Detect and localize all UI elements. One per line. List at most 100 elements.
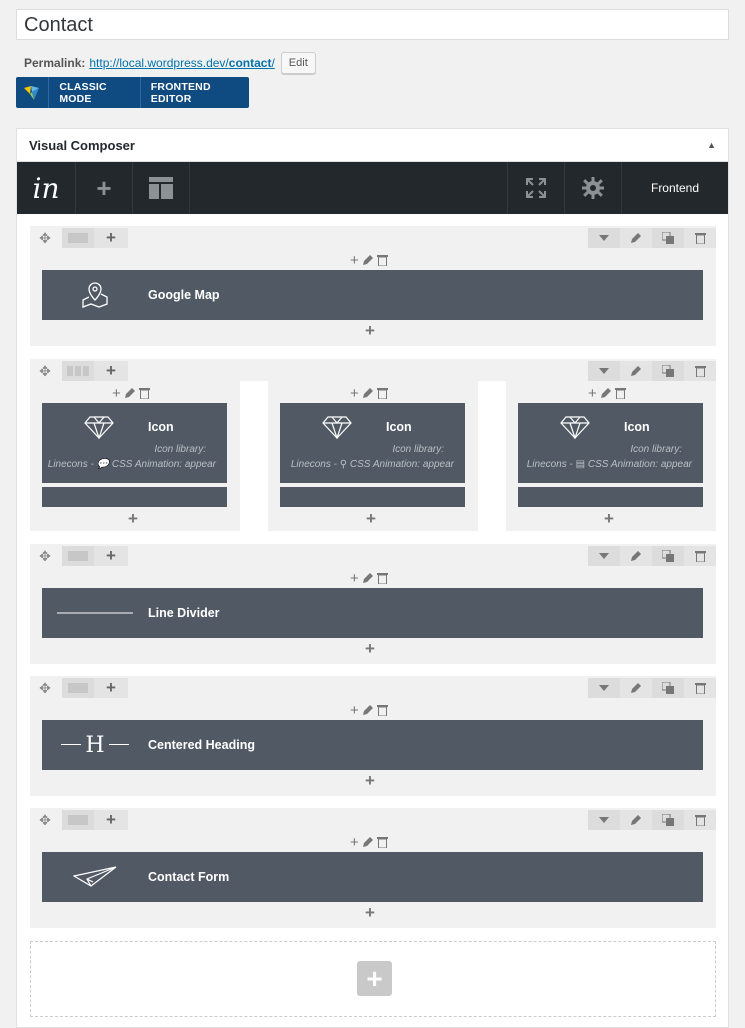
edit-row-button[interactable] bbox=[620, 678, 652, 698]
edit-row-button[interactable] bbox=[620, 810, 652, 830]
trash-icon[interactable] bbox=[376, 387, 388, 399]
move-row-icon[interactable]: ✥ bbox=[34, 810, 56, 830]
delete-row-button[interactable] bbox=[684, 361, 716, 381]
pencil-icon[interactable] bbox=[362, 572, 374, 584]
icon-element-bar[interactable] bbox=[280, 487, 465, 507]
add-row-dropzone[interactable]: + bbox=[30, 941, 716, 1017]
add-column-button[interactable]: + bbox=[94, 678, 128, 698]
centered-heading-element[interactable]: H Centered Heading bbox=[42, 720, 703, 770]
trash-icon[interactable] bbox=[138, 387, 150, 399]
add-element-icon[interactable]: + bbox=[128, 509, 138, 529]
trash-icon[interactable] bbox=[614, 387, 626, 399]
add-element-icon[interactable]: + bbox=[604, 509, 614, 529]
add-element-icon[interactable]: + bbox=[112, 385, 121, 402]
settings-button[interactable] bbox=[565, 162, 622, 214]
fullscreen-button[interactable] bbox=[508, 162, 565, 214]
icon-element[interactable]: Icon Icon library: Linecons - 💬 CSS Anim… bbox=[42, 403, 227, 483]
icon-element-bar[interactable] bbox=[518, 487, 703, 507]
clone-row-button[interactable] bbox=[652, 228, 684, 248]
permalink-bar: Permalink: http://local.wordpress.dev/co… bbox=[24, 52, 316, 74]
pencil-icon[interactable] bbox=[362, 254, 374, 266]
icon-element[interactable]: Icon Icon library: Linecons - ▤ CSS Anim… bbox=[518, 403, 703, 483]
add-element-icon[interactable]: + bbox=[365, 903, 375, 923]
add-element-icon[interactable]: + bbox=[365, 321, 375, 341]
add-element-icon[interactable]: + bbox=[350, 834, 359, 851]
pencil-icon[interactable] bbox=[124, 387, 136, 399]
add-element-icon[interactable]: + bbox=[350, 252, 359, 269]
google-map-element[interactable]: Google Map bbox=[42, 270, 703, 320]
delete-row-button[interactable] bbox=[684, 546, 716, 566]
add-column-button[interactable]: + bbox=[94, 228, 128, 248]
toggle-row-button[interactable] bbox=[588, 810, 620, 830]
delete-row-button[interactable] bbox=[684, 678, 716, 698]
add-element-icon[interactable]: + bbox=[366, 509, 376, 529]
trash-icon bbox=[694, 233, 706, 244]
trash-icon[interactable] bbox=[376, 572, 388, 584]
panel-header[interactable]: Visual Composer ▲ bbox=[17, 129, 728, 162]
line-divider-element[interactable]: Line Divider bbox=[42, 588, 703, 638]
permalink-base: http://local.wordpress.dev/ bbox=[89, 56, 229, 70]
templates-button[interactable] bbox=[133, 162, 190, 214]
add-element-button[interactable]: + bbox=[76, 162, 133, 214]
pencil-icon[interactable] bbox=[362, 387, 374, 399]
trash-icon[interactable] bbox=[376, 836, 388, 848]
classic-mode-button[interactable]: CLASSIC MODE bbox=[48, 77, 139, 108]
element-name: Contact Form bbox=[148, 870, 230, 884]
move-row-icon[interactable]: ✥ bbox=[34, 361, 56, 381]
frontend-button[interactable]: Frontend bbox=[622, 162, 728, 214]
move-row-icon[interactable]: ✥ bbox=[34, 678, 56, 698]
contact-form-element[interactable]: Contact Form bbox=[42, 852, 703, 902]
edit-row-button[interactable] bbox=[620, 228, 652, 248]
vc-column: + H Centered Heading + bbox=[30, 698, 716, 796]
add-column-button[interactable]: + bbox=[94, 361, 128, 381]
chevron-down-icon bbox=[599, 235, 609, 241]
add-element-icon[interactable]: + bbox=[350, 570, 359, 587]
clone-row-button[interactable] bbox=[652, 361, 684, 381]
trash-icon[interactable] bbox=[376, 704, 388, 716]
move-row-icon[interactable]: ✥ bbox=[34, 228, 56, 248]
row-layout-button[interactable] bbox=[62, 810, 94, 830]
edit-row-button[interactable] bbox=[620, 546, 652, 566]
pencil-icon[interactable] bbox=[600, 387, 612, 399]
delete-row-button[interactable] bbox=[684, 810, 716, 830]
pencil-icon[interactable] bbox=[362, 704, 374, 716]
add-element-icon[interactable]: + bbox=[350, 385, 359, 402]
delete-row-button[interactable] bbox=[684, 228, 716, 248]
element-name: Icon bbox=[148, 420, 174, 434]
layout-icon bbox=[67, 366, 89, 376]
pencil-icon bbox=[631, 551, 641, 561]
row-layout-button[interactable] bbox=[62, 546, 94, 566]
toggle-row-button[interactable] bbox=[588, 361, 620, 381]
toggle-row-button[interactable] bbox=[588, 546, 620, 566]
pencil-icon[interactable] bbox=[362, 836, 374, 848]
clone-row-button[interactable] bbox=[652, 810, 684, 830]
add-element-icon[interactable]: + bbox=[350, 702, 359, 719]
row-layout-button[interactable] bbox=[62, 228, 94, 248]
edit-row-button[interactable] bbox=[620, 361, 652, 381]
add-row-button[interactable]: + bbox=[357, 961, 392, 996]
post-title-input[interactable]: Contact bbox=[16, 9, 729, 40]
clone-row-button[interactable] bbox=[652, 546, 684, 566]
frontend-editor-button[interactable]: FRONTEND EDITOR bbox=[139, 77, 249, 108]
icon-element-bar[interactable] bbox=[42, 487, 227, 507]
toggle-row-button[interactable] bbox=[588, 678, 620, 698]
trash-icon[interactable] bbox=[376, 254, 388, 266]
heading-h-glyph: H bbox=[85, 732, 105, 758]
add-element-icon[interactable]: + bbox=[365, 771, 375, 791]
permalink-label: Permalink: bbox=[24, 56, 86, 70]
row-layout-button[interactable] bbox=[62, 361, 94, 381]
move-row-icon[interactable]: ✥ bbox=[34, 546, 56, 566]
icon-element[interactable]: Icon Icon library: Linecons - ⚲ CSS Anim… bbox=[280, 403, 465, 483]
vc-row: ✥ + + H Centered Heading + bbox=[30, 676, 716, 796]
clone-row-button[interactable] bbox=[652, 678, 684, 698]
chevron-down-icon bbox=[599, 553, 609, 559]
collapse-panel-icon[interactable]: ▲ bbox=[707, 140, 716, 150]
add-element-icon[interactable]: + bbox=[365, 639, 375, 659]
permalink-link[interactable]: http://local.wordpress.dev/contact/ bbox=[89, 56, 274, 70]
add-element-icon[interactable]: + bbox=[588, 385, 597, 402]
row-layout-button[interactable] bbox=[62, 678, 94, 698]
add-column-button[interactable]: + bbox=[94, 810, 128, 830]
edit-permalink-button[interactable]: Edit bbox=[280, 52, 316, 74]
add-column-button[interactable]: + bbox=[94, 546, 128, 566]
toggle-row-button[interactable] bbox=[588, 228, 620, 248]
